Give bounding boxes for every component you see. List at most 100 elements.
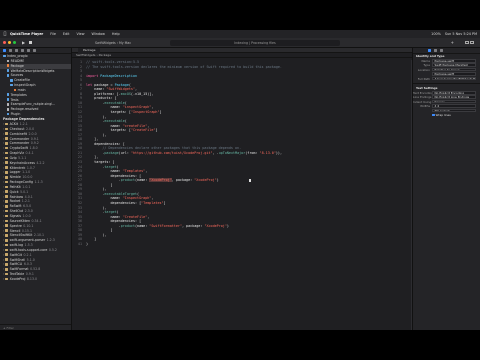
file-tree-item[interactable]: Plugin <box>0 112 71 117</box>
chevron-right-icon[interactable]: › <box>3 170 4 174</box>
wrap-lines-row[interactable]: Wrap lines <box>413 113 480 117</box>
file-inspector-tab-icon[interactable] <box>428 49 431 52</box>
code-area[interactable]: 1// swift-tools-version:5.5 2// The swift… <box>72 60 412 246</box>
source-control-tab-icon[interactable] <box>9 49 12 52</box>
dependency-item[interactable]: › XcodeProj 8.13.0 <box>0 277 71 282</box>
file-icon <box>6 107 10 111</box>
chevron-right-icon[interactable]: › <box>3 267 4 271</box>
chevron-right-icon[interactable]: › <box>3 195 4 199</box>
minimize-window-button[interactable] <box>7 41 11 45</box>
chevron-right-icon[interactable]: › <box>3 166 4 170</box>
inspector-field[interactable]: Spaces <box>432 99 476 104</box>
dependency-version: 0.4.1 <box>25 151 34 156</box>
chevron-right-icon[interactable]: › <box>3 277 4 281</box>
run-icon[interactable]: ▶ <box>22 40 25 45</box>
inspector-divider <box>413 82 480 84</box>
search-tab-icon[interactable] <box>21 49 24 52</box>
inspector-field[interactable]: No Explicit Line Endings <box>432 95 476 99</box>
chevron-right-icon[interactable]: › <box>3 122 4 126</box>
chevron-right-icon[interactable]: › <box>3 190 4 194</box>
package-icon <box>5 248 9 252</box>
menu-edit[interactable]: Edit <box>63 32 70 36</box>
symbol-tab-icon[interactable] <box>15 49 18 52</box>
code-token: "Templates" <box>122 169 146 174</box>
zoom-window-button[interactable] <box>12 41 16 45</box>
chevron-right-icon[interactable]: › <box>3 272 4 276</box>
code-token: , <box>135 87 138 92</box>
chevron-right-icon[interactable]: › <box>3 219 4 223</box>
chevron-right-icon[interactable]: › <box>3 238 4 242</box>
chevron-right-icon[interactable]: › <box>3 262 4 266</box>
chevron-right-icon[interactable]: › <box>3 224 4 228</box>
code-token: "InspectGraph" <box>130 110 160 115</box>
history-inspector-tab-icon[interactable] <box>434 49 437 52</box>
chevron-right-icon[interactable]: › <box>3 204 4 208</box>
menu-help[interactable]: Help <box>112 32 120 36</box>
close-window-button[interactable] <box>3 41 7 45</box>
inspector-field[interactable]: Swift Package Manifest <box>432 63 476 67</box>
code-token: ] <box>86 237 97 242</box>
code-token: name: <box>86 105 123 110</box>
chevron-right-icon[interactable]: › <box>3 175 4 179</box>
inspector-field[interactable]: Tab Indent <box>432 108 476 113</box>
code-line-text: import PackageDescription <box>86 74 137 79</box>
chevron-right-icon[interactable]: › <box>3 156 4 160</box>
inspector-field[interactable]: /Users/name/SwiftWidgets/Package.swift <box>432 76 476 81</box>
code-token: ] <box>86 182 113 187</box>
menu-app-name[interactable]: QuickTime Player <box>10 32 43 36</box>
quick-help-tab-icon[interactable] <box>440 49 443 52</box>
chevron-right-icon[interactable]: › <box>3 253 4 257</box>
issue-tab-icon[interactable] <box>27 49 30 52</box>
scheme-selector[interactable]: SwiftWidgets › My Mac <box>95 41 131 45</box>
folder-icon <box>10 83 13 87</box>
menu-file[interactable]: File <box>50 32 56 36</box>
inspector-field[interactable]: Relative to Group <box>432 67 476 72</box>
inspector-row-value[interactable]: /Users/name/SwiftWidgets/Package.swift <box>432 76 476 81</box>
chevron-right-icon[interactable]: › <box>3 127 4 131</box>
toggle-navigator-icon[interactable] <box>464 40 469 44</box>
chevron-right-icon[interactable]: › <box>3 146 4 150</box>
chevron-right-icon[interactable]: › <box>3 161 4 165</box>
toggle-inspector-icon[interactable] <box>470 40 474 44</box>
chevron-right-icon[interactable]: › <box>3 199 4 203</box>
menu-window[interactable]: Window <box>92 32 105 36</box>
battery-indicator[interactable]: 100% <box>431 32 441 36</box>
menubar-clock[interactable]: Sun 5 Nov 5:24 PM <box>445 32 477 36</box>
code-token: (name: <box>135 178 150 183</box>
inspector-field[interactable]: Package.swift <box>432 59 476 63</box>
code-line[interactable]: 41) <box>72 242 412 247</box>
folder-tab-icon[interactable] <box>3 49 6 52</box>
chevron-right-icon[interactable]: › <box>3 185 4 189</box>
chevron-right-icon[interactable]: › <box>3 180 4 184</box>
test-tab-icon[interactable] <box>33 49 36 52</box>
chevron-right-icon[interactable]: › <box>3 229 4 233</box>
chevron-right-icon[interactable]: › <box>3 248 4 252</box>
apple-icon[interactable]:  <box>0 32 10 37</box>
dependency-name: ShellOut <box>9 209 24 214</box>
jump-bar[interactable]: SwiftWidgets › Package <box>72 53 412 58</box>
chevron-right-icon[interactable]: › <box>3 209 4 213</box>
menu-view[interactable]: View <box>77 32 85 36</box>
inspector-field[interactable]: 4 4 <box>432 104 476 108</box>
chevron-right-icon[interactable]: › <box>3 233 4 237</box>
dependency-version: 1.2.1 <box>19 121 28 126</box>
code-token: let <box>86 82 95 87</box>
dependency-version: 5.0.1 <box>20 189 29 194</box>
chevron-right-icon[interactable]: › <box>3 258 4 262</box>
chevron-right-icon[interactable]: › <box>3 151 4 155</box>
inspector-field[interactable]: Package.swift <box>432 72 476 76</box>
chevron-right-icon[interactable]: › <box>3 214 4 218</box>
code-token: target <box>104 164 117 169</box>
filter-input[interactable]: Filter <box>6 326 13 330</box>
stop-icon[interactable] <box>29 41 32 45</box>
chevron-right-icon[interactable]: › <box>3 141 4 145</box>
chevron-right-icon[interactable]: › <box>3 243 4 247</box>
code-token: "8.13.0" <box>259 150 276 155</box>
chevron-right-icon[interactable]: › <box>3 137 4 141</box>
package-icon <box>5 171 9 174</box>
add-library-button[interactable]: + <box>451 40 454 45</box>
wrap-lines-checkbox[interactable] <box>432 113 435 117</box>
chevron-right-icon[interactable]: › <box>3 132 4 136</box>
line-number: 41 <box>77 241 82 246</box>
inspector-field[interactable]: No Explicit Encoding <box>432 90 476 95</box>
